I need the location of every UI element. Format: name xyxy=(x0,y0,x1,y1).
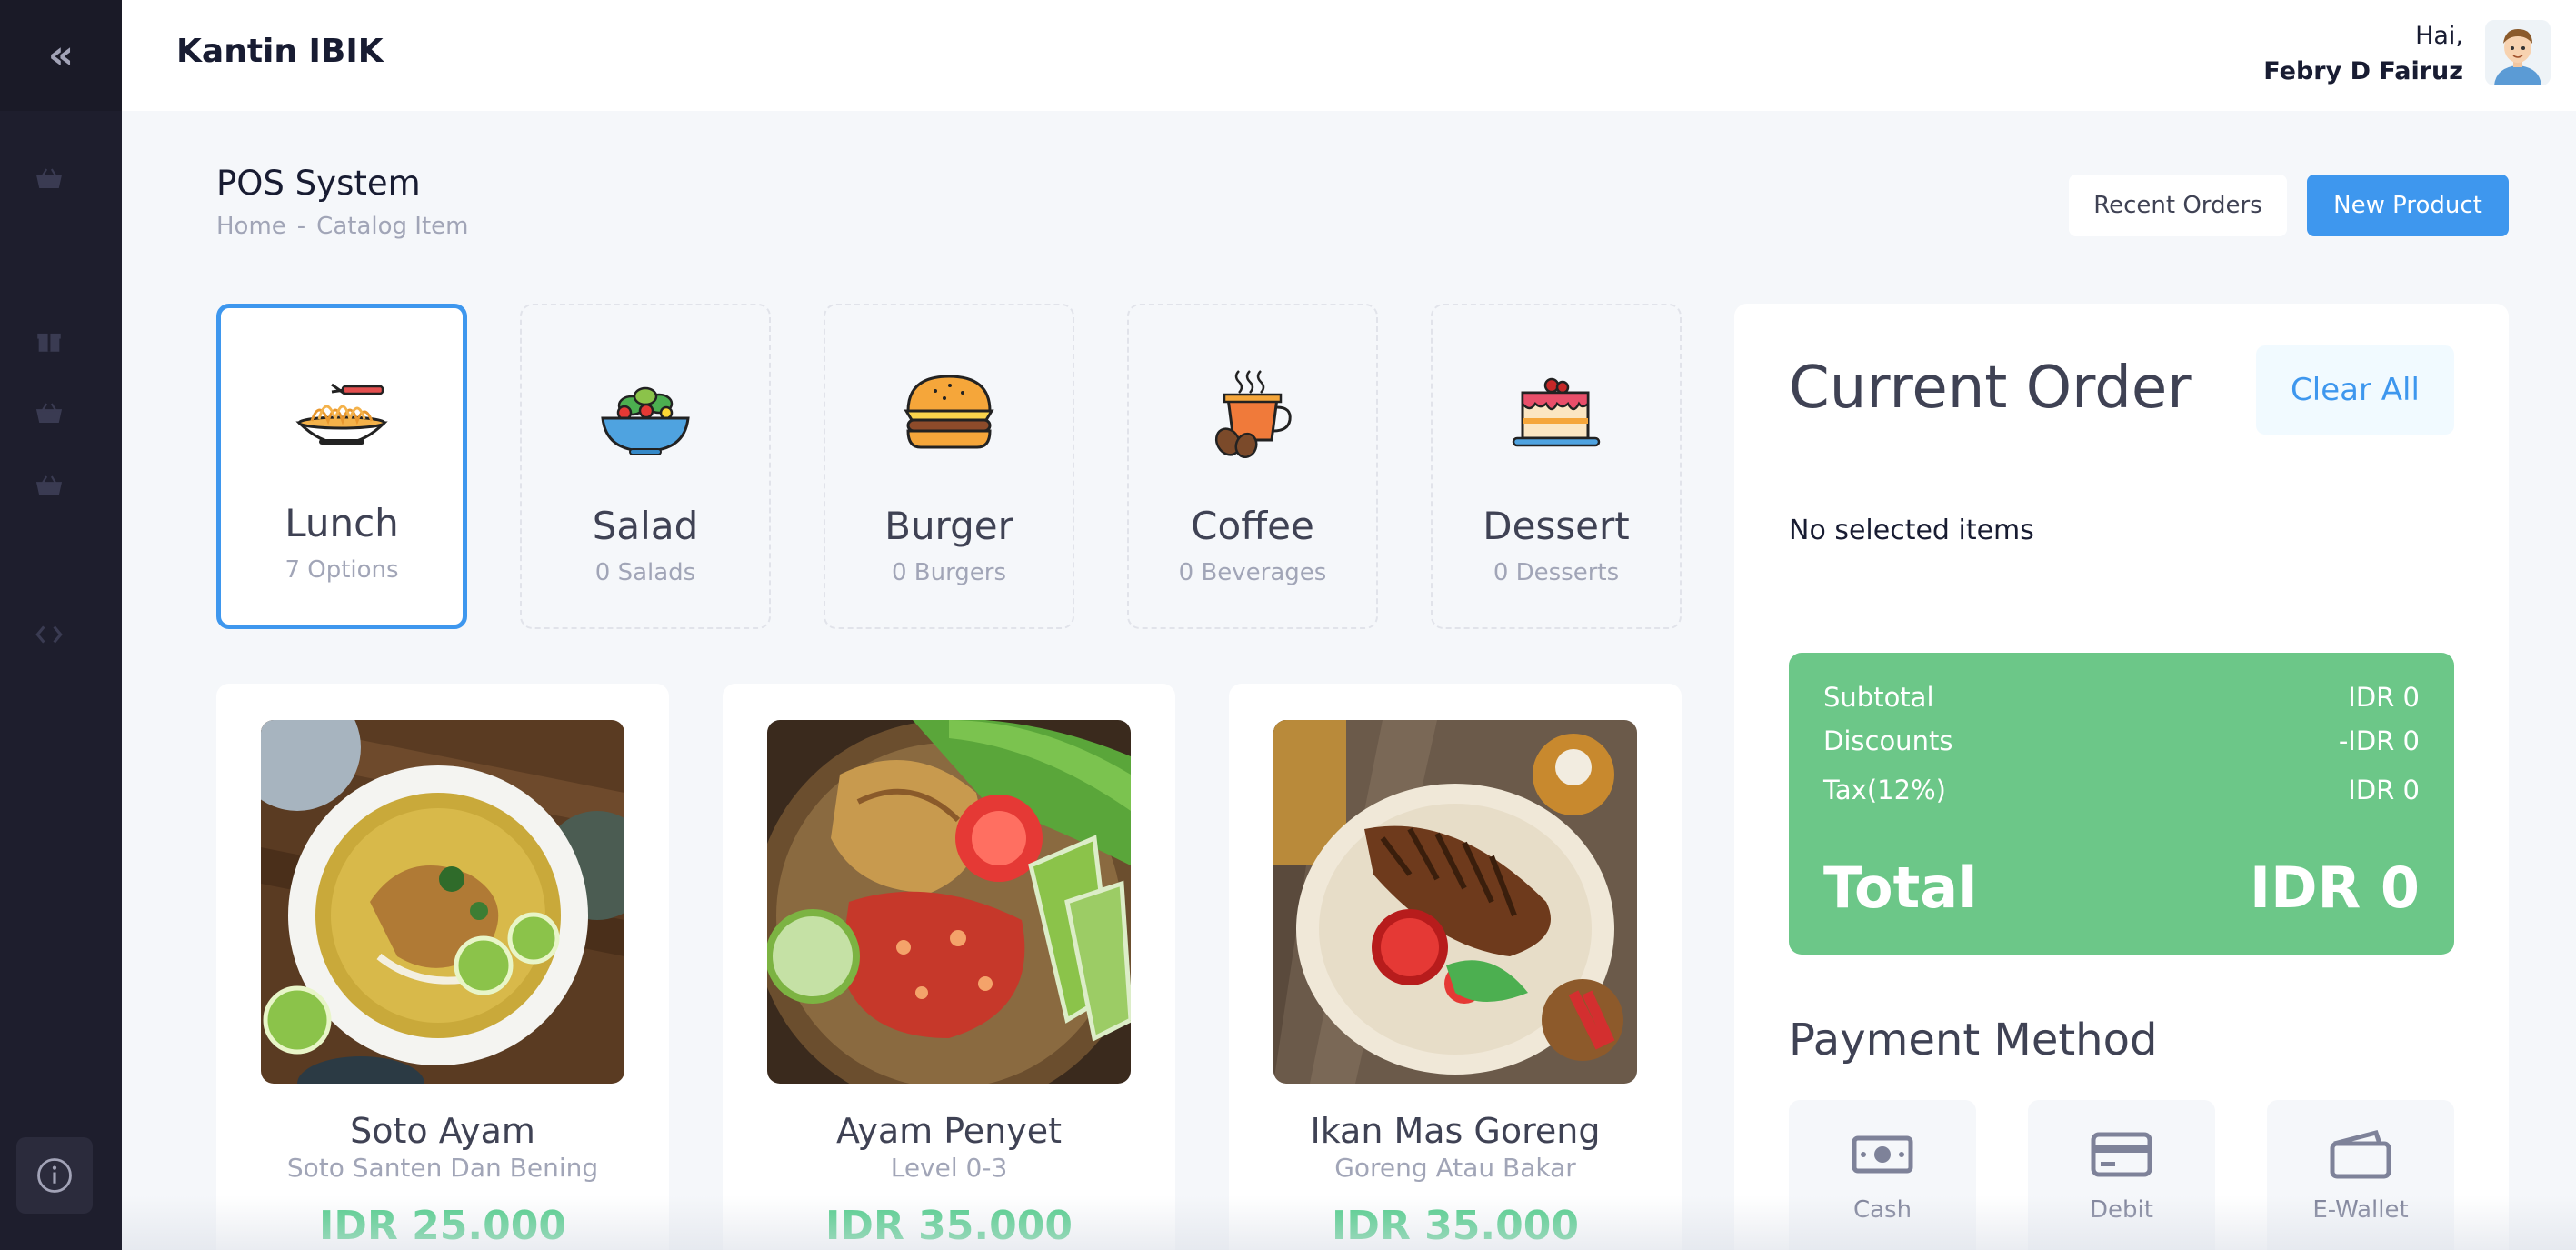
noodles-icon xyxy=(295,383,388,445)
payment-label: E-Wallet xyxy=(2312,1196,2409,1224)
product-price: IDR 35.000 xyxy=(1332,1203,1579,1249)
salad-bowl-icon xyxy=(601,386,690,455)
basket-icon[interactable] xyxy=(33,469,65,502)
total-row: Total IDR 0 xyxy=(1823,855,2420,921)
product-description: Soto Santen Dan Bening xyxy=(286,1153,599,1183)
subtotal-row: Subtotal IDR 0 xyxy=(1823,682,2420,713)
category-count: 0 Burgers xyxy=(891,559,1007,586)
product-card[interactable]: Ayam Penyet Level 0-3 IDR 35.000 xyxy=(723,684,1175,1250)
payment-label: Debit xyxy=(2090,1196,2153,1224)
code-icon[interactable] xyxy=(33,618,65,651)
sidebar: « xyxy=(0,0,122,1250)
avatar[interactable] xyxy=(2485,20,2551,85)
payment-ewallet[interactable]: E-Wallet xyxy=(2267,1100,2454,1250)
total-value: IDR 0 xyxy=(2250,855,2420,921)
subtotal-value: IDR 0 xyxy=(2348,682,2420,713)
product-description: Level 0-3 xyxy=(890,1153,1008,1183)
breadcrumb: Home - Catalog Item xyxy=(216,213,469,240)
category-lunch[interactable]: Lunch 7 Options xyxy=(216,304,467,629)
product-description: Goreng Atau Bakar xyxy=(1334,1153,1576,1183)
product-price: IDR 35.000 xyxy=(825,1203,1073,1249)
basket-icon[interactable] xyxy=(33,396,65,429)
category-salad[interactable]: Salad 0 Salads xyxy=(520,304,771,629)
category-coffee[interactable]: Coffee 0 Beverages xyxy=(1127,304,1378,629)
product-image xyxy=(261,720,624,1084)
payment-cash[interactable]: Cash xyxy=(1789,1100,1976,1250)
category-count: 0 Beverages xyxy=(1178,559,1327,586)
category-name: Lunch xyxy=(285,501,399,545)
order-title: Current Order xyxy=(1789,355,2192,422)
discounts-label: Discounts xyxy=(1823,725,1953,756)
payment-method-title: Payment Method xyxy=(1789,1015,2158,1065)
product-name: Ikan Mas Goreng xyxy=(1310,1111,1601,1151)
product-name: Ayam Penyet xyxy=(835,1111,1063,1151)
breadcrumb-current: Catalog Item xyxy=(316,213,469,240)
top-header: Kantin IBIK Hai, Febry D Fairuz xyxy=(122,0,2576,111)
burger-icon xyxy=(904,375,994,449)
payment-label: Cash xyxy=(1852,1196,1912,1224)
wallet-icon xyxy=(2330,1129,2391,1179)
order-summary: Subtotal IDR 0 Discounts -IDR 0 Tax(12%)… xyxy=(1789,653,2454,955)
product-card[interactable]: Ikan Mas Goreng Goreng Atau Bakar IDR 35… xyxy=(1229,684,1682,1250)
info-icon xyxy=(37,1158,72,1193)
page-title: POS System xyxy=(216,164,421,203)
tax-row: Tax(12%) IDR 0 xyxy=(1823,775,2420,805)
cash-icon xyxy=(1852,1135,1913,1174)
category-count: 0 Salads xyxy=(594,559,696,586)
new-product-button[interactable]: New Product xyxy=(2307,175,2509,236)
product-image xyxy=(767,720,1131,1084)
product-name: Soto Ayam xyxy=(350,1111,535,1151)
credit-card-icon xyxy=(2091,1132,2152,1177)
category-count: 0 Desserts xyxy=(1493,559,1620,586)
empty-order-text: No selected items xyxy=(1789,515,2034,546)
category-name: Dessert xyxy=(1483,504,1630,548)
category-name: Burger xyxy=(884,504,1013,548)
payment-debit[interactable]: Debit xyxy=(2028,1100,2215,1250)
coffee-cup-icon xyxy=(1214,370,1292,458)
collapse-sidebar-icon[interactable]: « xyxy=(48,35,74,75)
category-count: 7 Options xyxy=(285,556,399,584)
user-greeting: Hai, Febry D Fairuz xyxy=(2263,18,2463,89)
subtotal-label: Subtotal xyxy=(1823,682,1934,713)
product-card[interactable]: Soto Ayam Soto Santen Dan Bening IDR 25.… xyxy=(216,684,669,1250)
user-name: Febry D Fairuz xyxy=(2263,57,2463,86)
product-price: IDR 25.000 xyxy=(319,1203,566,1249)
info-button[interactable] xyxy=(16,1137,93,1214)
current-order-panel: Current Order Clear All No selected item… xyxy=(1734,304,2509,1250)
discounts-value: -IDR 0 xyxy=(2338,725,2420,756)
sidebar-header: « xyxy=(0,0,122,111)
basket-icon[interactable] xyxy=(33,162,65,195)
category-dessert[interactable]: Dessert 0 Desserts xyxy=(1431,304,1682,629)
total-label: Total xyxy=(1823,855,1978,921)
clear-all-button[interactable]: Clear All xyxy=(2256,345,2454,435)
tax-value: IDR 0 xyxy=(2348,775,2420,805)
product-image xyxy=(1273,720,1637,1084)
discounts-row: Discounts -IDR 0 xyxy=(1823,725,2420,756)
greeting-text: Hai, xyxy=(2415,22,2463,50)
category-burger[interactable]: Burger 0 Burgers xyxy=(824,304,1074,629)
brand-title: Kantin IBIK xyxy=(176,33,384,70)
breadcrumb-home[interactable]: Home xyxy=(216,213,286,240)
category-name: Coffee xyxy=(1191,504,1314,548)
category-name: Salad xyxy=(592,504,699,548)
gift-icon[interactable] xyxy=(33,324,65,356)
tax-label: Tax(12%) xyxy=(1823,775,1946,805)
recent-orders-button[interactable]: Recent Orders xyxy=(2069,175,2287,236)
cake-icon xyxy=(1512,377,1601,447)
